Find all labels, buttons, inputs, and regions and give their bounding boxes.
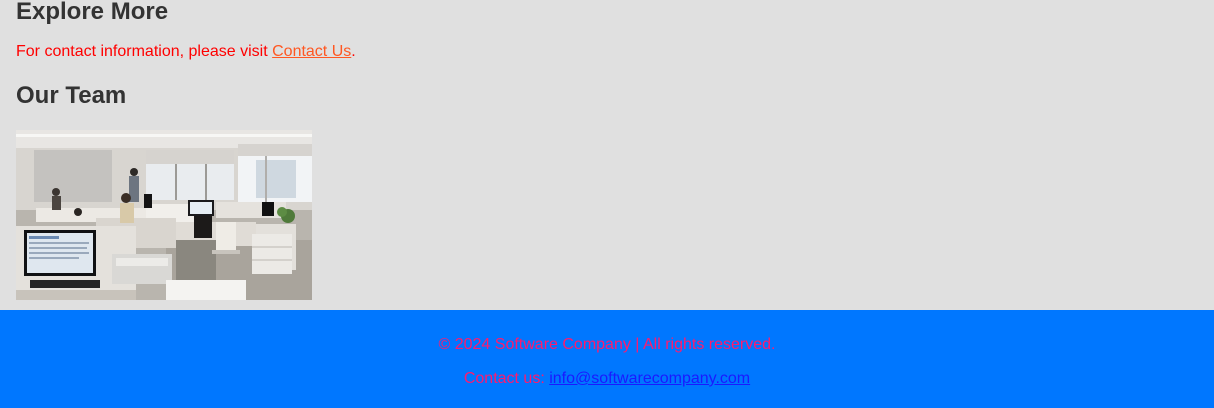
our-team-heading: Our Team [16, 82, 127, 109]
contact-info-prefix: For contact information, please visit [16, 43, 273, 60]
copyright-text: © 2024 Software Company | All rights res… [438, 336, 776, 353]
footer-email-link[interactable]: info@softwarecompany.com [549, 370, 750, 387]
contact-us-link[interactable]: Contact Us [272, 43, 351, 60]
site-footer: © 2024 Software Company | All rights res… [0, 310, 1214, 408]
footer-contact-line: Contact us: info@softwarecompany.com [0, 370, 1214, 388]
contact-info-text: For contact information, please visit Co… [16, 43, 356, 61]
team-office-photo [16, 130, 312, 300]
footer-contact-prefix: Contact us: [463, 370, 550, 387]
explore-more-heading: Explore More [16, 0, 169, 25]
contact-info-suffix: . [351, 43, 356, 60]
